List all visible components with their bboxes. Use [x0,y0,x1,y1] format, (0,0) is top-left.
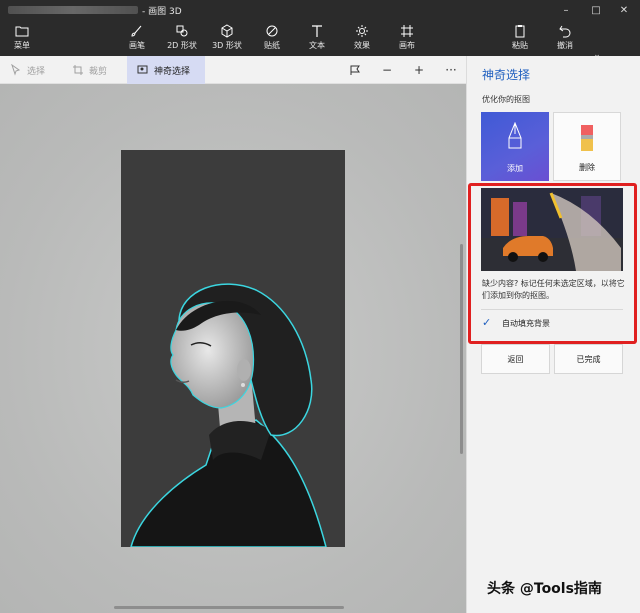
pen-icon [508,122,522,149]
maximize-button[interactable]: □ [582,2,610,18]
zoom-out-button[interactable]: − [380,63,394,77]
text-icon [312,25,322,37]
ribbon-brushes-label: 画笔 [129,41,145,50]
horizontal-scrollbar[interactable] [114,606,344,609]
ribbon-menu-label: 菜单 [14,41,30,50]
canvas[interactable] [121,150,345,547]
undo-button[interactable]: 撤消 [543,22,587,54]
ribbon-effects-button[interactable]: 效果 [340,22,384,54]
zoom-in-button[interactable]: + [412,63,426,77]
crop-tool-button[interactable]: 裁剪 [72,56,107,84]
canvas-icon [401,25,413,37]
window-title: - 画图 3D [142,7,182,17]
magic-select-tool-label: 神奇选择 [154,66,191,77]
panel-title: 神奇选择 [482,68,531,82]
add-label: 添加 [507,164,523,173]
ribbon-effects-label: 效果 [354,41,370,50]
ribbon-stickers-label: 贴纸 [264,41,280,50]
magic-select-icon [137,65,148,74]
watermark: 头条 @Tools指南 [487,581,602,597]
crop-tool-label: 裁剪 [89,66,108,77]
paste-button[interactable]: 粘贴 [498,22,542,54]
ribbon-2d-shapes-button[interactable]: 2D 形状 [160,22,204,54]
ribbon-text-button[interactable]: 文本 [295,22,339,54]
eraser-icon [581,125,593,151]
minimize-button[interactable]: – [552,2,580,18]
blurred-filename [8,6,138,14]
crop-icon [73,65,83,75]
ribbon-stickers-button[interactable]: 贴纸 [250,22,294,54]
ribbon-canvas-button[interactable]: 画布 [385,22,429,54]
panel-subtitle: 优化你的抠图 [482,95,530,104]
app-header: - 画图 3D – □ ✕ 菜单 画笔 2D 形状 3D 形状 贴纸 文本 效果… [0,0,640,60]
ribbon-3d-shapes-label: 3D 形状 [212,41,242,50]
sun-icon [356,25,368,37]
ribbon-canvas-label: 画布 [399,41,415,50]
ribbon-menu-button[interactable]: 菜单 [0,22,44,54]
folder-icon [15,26,29,37]
ribbon-3d-shapes-button[interactable]: 3D 形状 [205,22,249,54]
highlight-annotation-box [468,183,637,344]
cube-icon [221,24,233,38]
portrait-cutout-image [130,283,327,547]
ribbon-2d-shapes-label: 2D 形状 [167,41,197,50]
vertical-scrollbar[interactable] [460,244,463,454]
add-button[interactable]: 添加 [481,112,549,181]
clipboard-icon [515,25,525,38]
remove-label: 删除 [579,163,595,172]
remove-button[interactable]: 删除 [553,112,621,181]
ribbon-brushes-button[interactable]: 画笔 [115,22,159,54]
select-tool-label: 选择 [27,66,46,77]
title-bar: - 画图 3D – □ ✕ [0,0,640,20]
flag-icon[interactable] [348,63,362,77]
sticker-icon [266,25,278,37]
close-button[interactable]: ✕ [610,2,638,18]
ribbon: 菜单 画笔 2D 形状 3D 形状 贴纸 文本 效果 画布 粘贴 撤消 ⌄ [0,22,640,60]
select-tool-button[interactable]: 选择 [10,56,45,84]
shapes-2d-icon [176,25,188,37]
ribbon-text-label: 文本 [309,41,325,50]
paste-label: 粘贴 [512,41,528,50]
done-button[interactable]: 已完成 [554,344,623,374]
undo-icon [559,25,571,38]
back-button[interactable]: 返回 [481,344,550,374]
workspace[interactable] [0,84,466,613]
undo-label: 撤消 [557,41,573,50]
canvas-toolbar: 选择 裁剪 神奇选择 − + ··· [0,56,466,84]
brush-icon [131,25,142,37]
cursor-icon [11,64,21,76]
magic-select-tool-button[interactable]: 神奇选择 [127,56,205,84]
more-options-button[interactable]: ··· [444,63,458,77]
